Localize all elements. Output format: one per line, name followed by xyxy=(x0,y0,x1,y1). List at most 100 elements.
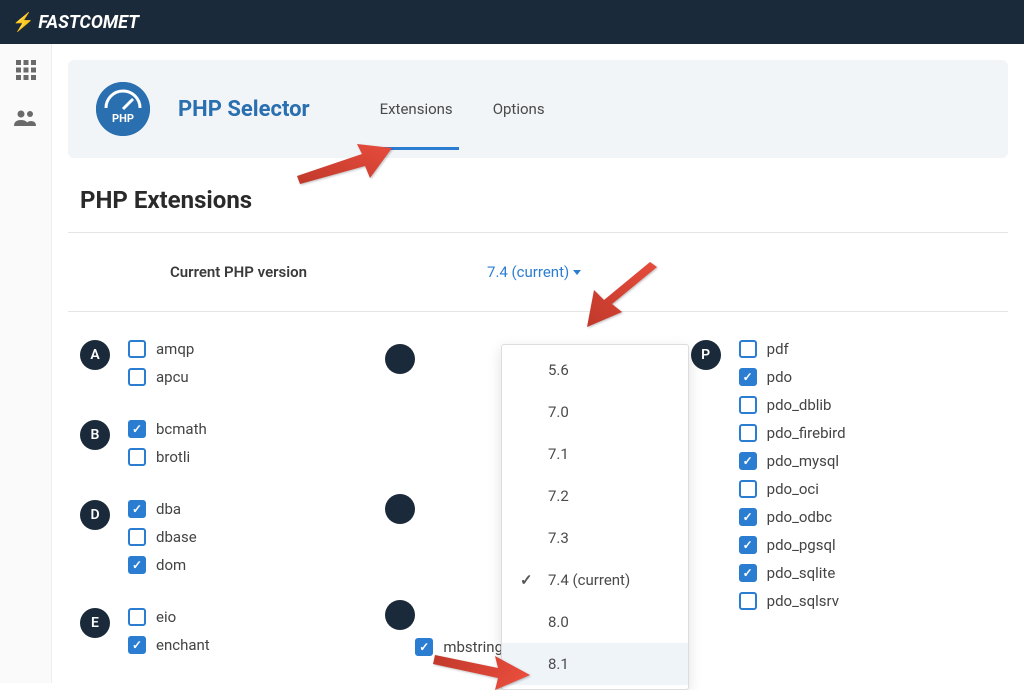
tab-options[interactable]: Options xyxy=(491,94,547,124)
svg-text:PHP: PHP xyxy=(112,112,134,125)
extension-label: pdo_pgsql xyxy=(767,536,836,554)
extension-items: amqp apcu xyxy=(128,340,194,396)
extension-label: dba xyxy=(156,500,181,518)
checkbox-pdo[interactable] xyxy=(739,368,757,386)
checkbox-enchant[interactable] xyxy=(128,636,146,654)
header-title: PHP Selector xyxy=(178,97,310,122)
letter-badge: B xyxy=(80,420,110,450)
extension-label: brotli xyxy=(156,448,190,466)
extension-item: pdf xyxy=(739,340,846,358)
extension-item: dbase xyxy=(128,528,197,546)
bolt-icon: ⚡ xyxy=(12,12,34,33)
extension-item: pdo_pgsql xyxy=(739,536,846,554)
letter-badge: P xyxy=(691,340,721,370)
checkbox-amqp[interactable] xyxy=(128,340,146,358)
extension-label: dbase xyxy=(156,528,197,546)
caret-down-icon xyxy=(573,270,581,275)
extension-label: eio xyxy=(156,608,176,626)
version-option[interactable]: 7.1 xyxy=(502,433,688,475)
checkbox-apcu[interactable] xyxy=(128,368,146,386)
extension-label: pdo xyxy=(767,368,792,386)
main-content: PHP PHP Selector Extensions Options PHP … xyxy=(52,44,1024,683)
version-option[interactable]: 7.3 xyxy=(502,517,688,559)
extension-item: apcu xyxy=(128,368,194,386)
extension-label: pdo_dblib xyxy=(767,396,832,414)
extension-label: bcmath xyxy=(156,420,207,438)
version-dropdown[interactable]: 5.67.07.17.27.37.4 (current)8.08.1 xyxy=(501,344,689,690)
tabs: Extensions Options xyxy=(378,94,547,124)
extension-label: pdo_oci xyxy=(767,480,819,498)
php-badge-icon: PHP xyxy=(96,82,150,136)
checkbox-pdo_firebird[interactable] xyxy=(739,424,757,442)
extension-items: eio enchant xyxy=(128,608,210,664)
extension-item: enchant xyxy=(128,636,210,654)
letter-badge xyxy=(385,600,415,630)
extensions-col-right: Ppdf pdo pdo_dblib pdo_firebird pdo_mysqlpdo… xyxy=(691,340,996,688)
extension-label: pdo_sqlsrv xyxy=(767,592,839,610)
checkbox-dba[interactable] xyxy=(128,500,146,518)
extension-item: pdo xyxy=(739,368,846,386)
version-current-text: 7.4 (current) xyxy=(487,263,569,281)
top-bar: ⚡ FASTCOMET xyxy=(0,0,1024,44)
extension-item: pdo_firebird xyxy=(739,424,846,442)
users-icon[interactable] xyxy=(13,108,39,132)
extension-section: Bbcmath brotli xyxy=(80,420,385,476)
extension-label: enchant xyxy=(156,636,210,654)
version-option[interactable]: 7.2 xyxy=(502,475,688,517)
extension-section: Eeio enchant xyxy=(80,608,385,664)
extensions-col-left: Aamqp apcu Bbcmath brotli Ddba dbase dom Eeio en… xyxy=(80,340,385,688)
checkbox-bcmath[interactable] xyxy=(128,420,146,438)
extension-section: Aamqp apcu xyxy=(80,340,385,396)
checkbox-dom[interactable] xyxy=(128,556,146,574)
extension-section: Ddba dbase dom xyxy=(80,500,385,584)
letter-badge: A xyxy=(80,340,110,370)
extension-items: bcmath brotli xyxy=(128,420,207,476)
checkbox-pdo_oci[interactable] xyxy=(739,480,757,498)
version-option[interactable]: 8.0 xyxy=(502,601,688,643)
checkbox-pdo_mysql[interactable] xyxy=(739,452,757,470)
letter-badge: E xyxy=(80,608,110,638)
extension-item: amqp xyxy=(128,340,194,358)
version-dropdown-trigger[interactable]: 7.4 (current) xyxy=(487,263,581,281)
extension-item: pdo_sqlsrv xyxy=(739,592,846,610)
brand-logo: ⚡ FASTCOMET xyxy=(12,12,139,33)
extension-label: pdf xyxy=(767,340,789,358)
version-option[interactable]: 7.0 xyxy=(502,391,688,433)
checkbox-pdo_odbc[interactable] xyxy=(739,508,757,526)
checkbox-pdo_sqlite[interactable] xyxy=(739,564,757,582)
version-label: Current PHP version xyxy=(170,263,307,281)
version-option[interactable]: 7.4 (current) xyxy=(502,559,688,601)
apps-grid-icon[interactable] xyxy=(14,58,38,86)
extension-item: pdo_dblib xyxy=(739,396,846,414)
header-card: PHP PHP Selector Extensions Options xyxy=(68,60,1008,158)
extension-label: pdo_firebird xyxy=(767,424,846,442)
page-title: PHP Extensions xyxy=(52,158,1024,232)
annotation-arrow xyxy=(292,136,392,186)
extension-item: bcmath xyxy=(128,420,207,438)
version-row: Current PHP version 7.4 (current) xyxy=(52,233,1024,311)
left-nav xyxy=(0,44,52,683)
extension-label: pdo_sqlite xyxy=(767,564,836,582)
checkbox-pdf[interactable] xyxy=(739,340,757,358)
annotation-arrow xyxy=(582,262,662,332)
checkbox-pdo_pgsql[interactable] xyxy=(739,536,757,554)
checkbox-dbase[interactable] xyxy=(128,528,146,546)
extension-item: pdo_mysql xyxy=(739,452,846,470)
checkbox-brotli[interactable] xyxy=(128,448,146,466)
extension-item: brotli xyxy=(128,448,207,466)
extension-item: dba xyxy=(128,500,197,518)
brand-text: FASTCOMET xyxy=(38,12,139,33)
checkbox-pdo_dblib[interactable] xyxy=(739,396,757,414)
checkbox-eio[interactable] xyxy=(128,608,146,626)
extension-label: pdo_odbc xyxy=(767,508,833,526)
extension-label: amqp xyxy=(156,340,194,358)
letter-badge xyxy=(385,494,415,524)
extension-item: dom xyxy=(128,556,197,574)
checkbox-pdo_sqlsrv[interactable] xyxy=(739,592,757,610)
tab-extensions[interactable]: Extensions xyxy=(378,94,455,124)
extension-label: pdo_mysql xyxy=(767,452,839,470)
letter-badge xyxy=(385,344,415,374)
extension-items: pdf pdo pdo_dblib pdo_firebird pdo_mysql pdo_… xyxy=(739,340,846,620)
letter-badge: D xyxy=(80,500,110,530)
version-option[interactable]: 5.6 xyxy=(502,349,688,391)
